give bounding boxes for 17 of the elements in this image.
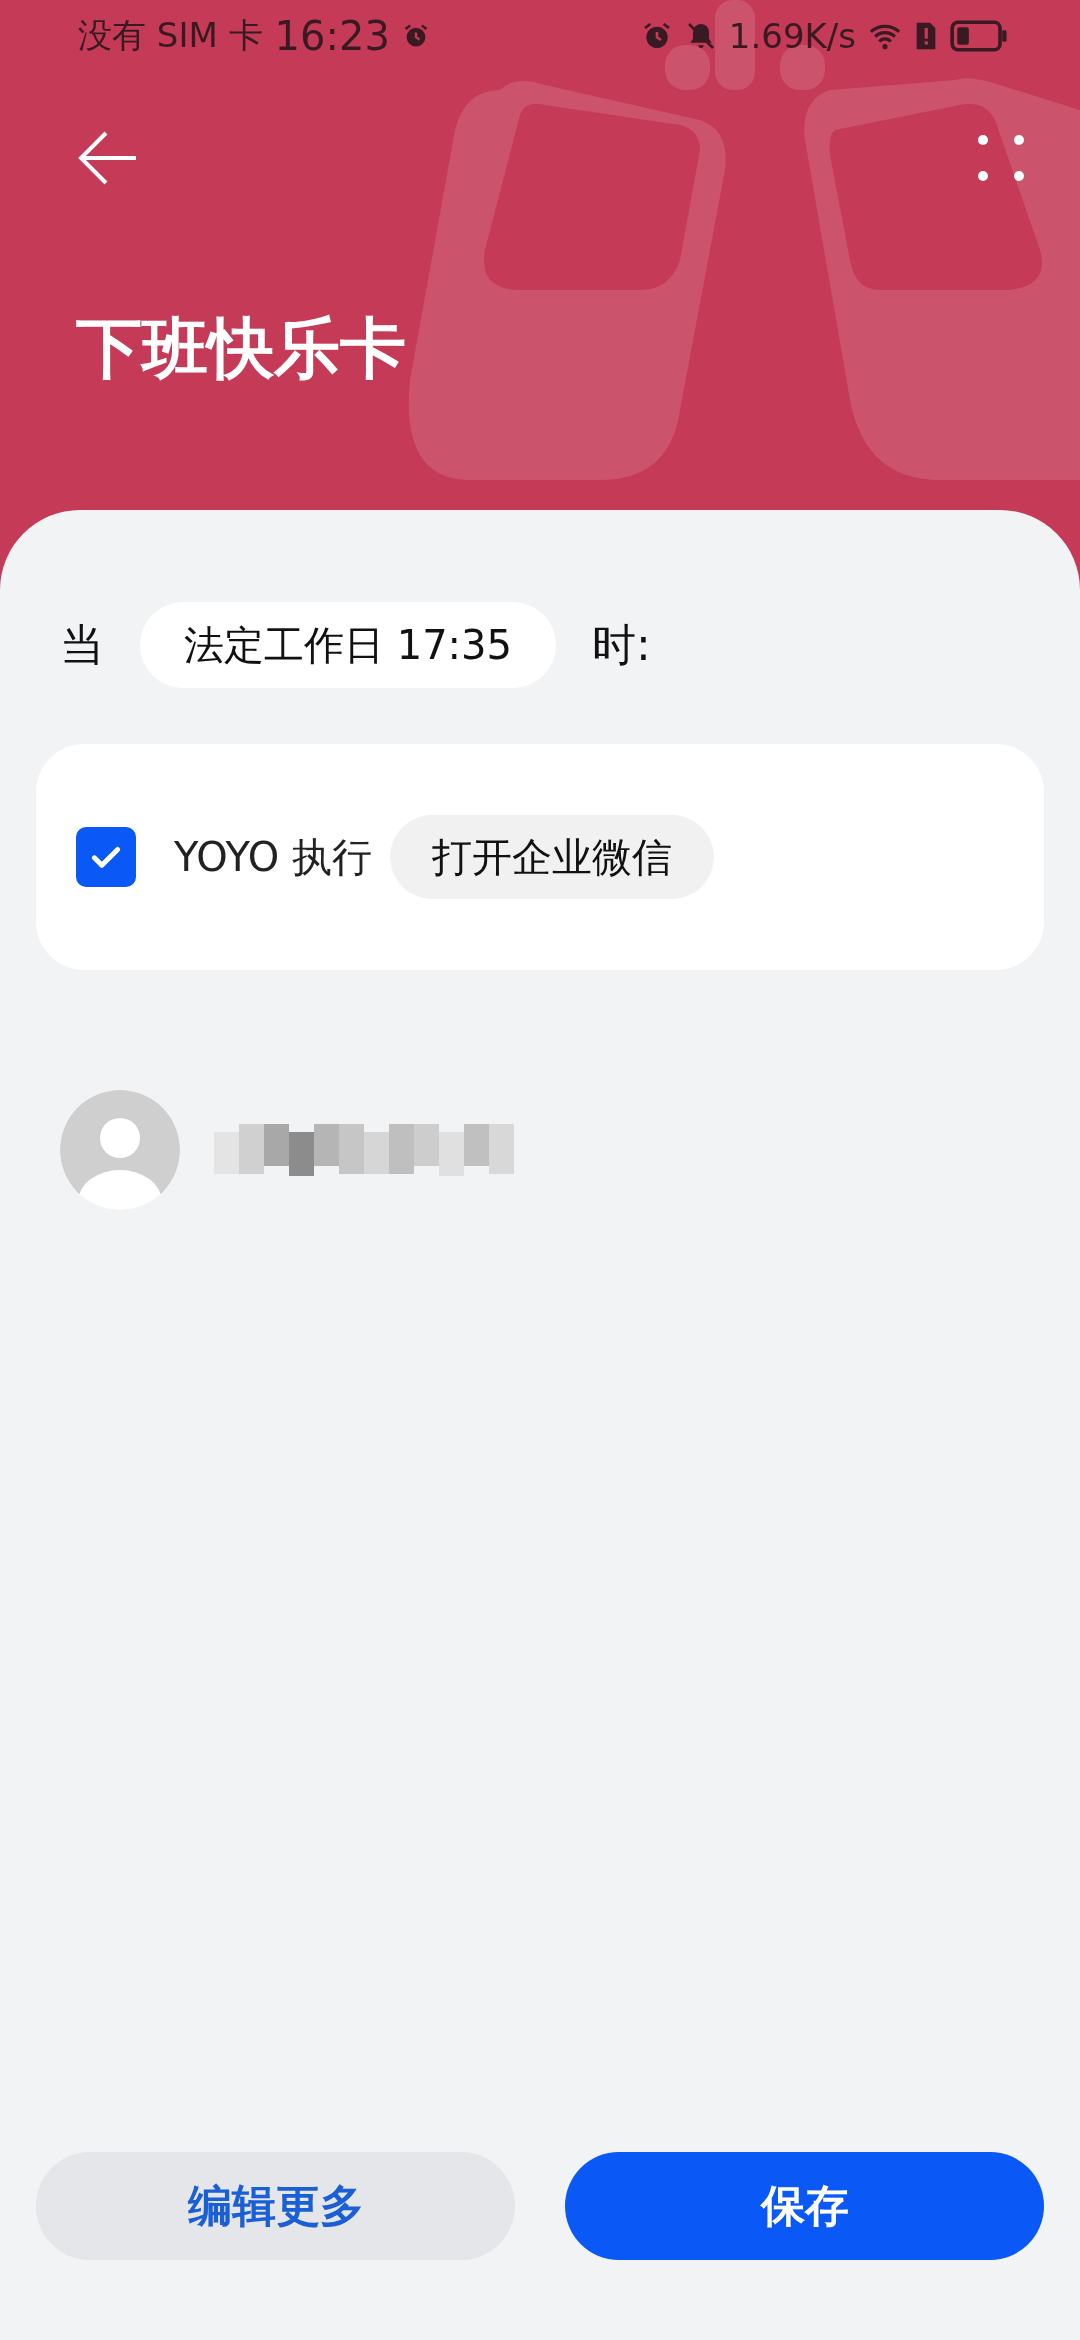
condition-suffix: 时: <box>592 617 651 672</box>
condition-prefix: 当 <box>60 617 104 672</box>
save-button[interactable]: 保存 <box>565 2152 1044 2260</box>
action-chip[interactable]: 打开企业微信 <box>390 815 714 899</box>
checkbox[interactable] <box>76 827 136 887</box>
more-icon[interactable] <box>978 135 1024 181</box>
network-speed: 1.69K/s <box>728 16 856 56</box>
avatar-icon <box>60 1090 180 1210</box>
back-icon[interactable] <box>78 130 138 186</box>
edit-more-button[interactable]: 编辑更多 <box>36 2152 515 2260</box>
sim-alert-icon <box>914 20 938 52</box>
action-label: YOYO 执行 <box>174 832 372 882</box>
trigger-chip[interactable]: 法定工作日 17:35 <box>140 602 556 688</box>
page-title: 下班快乐卡 <box>76 309 406 389</box>
carrier-text: 没有 SIM 卡 <box>78 14 263 57</box>
battery-icon <box>950 20 1008 52</box>
status-time: 16:23 <box>274 13 390 59</box>
